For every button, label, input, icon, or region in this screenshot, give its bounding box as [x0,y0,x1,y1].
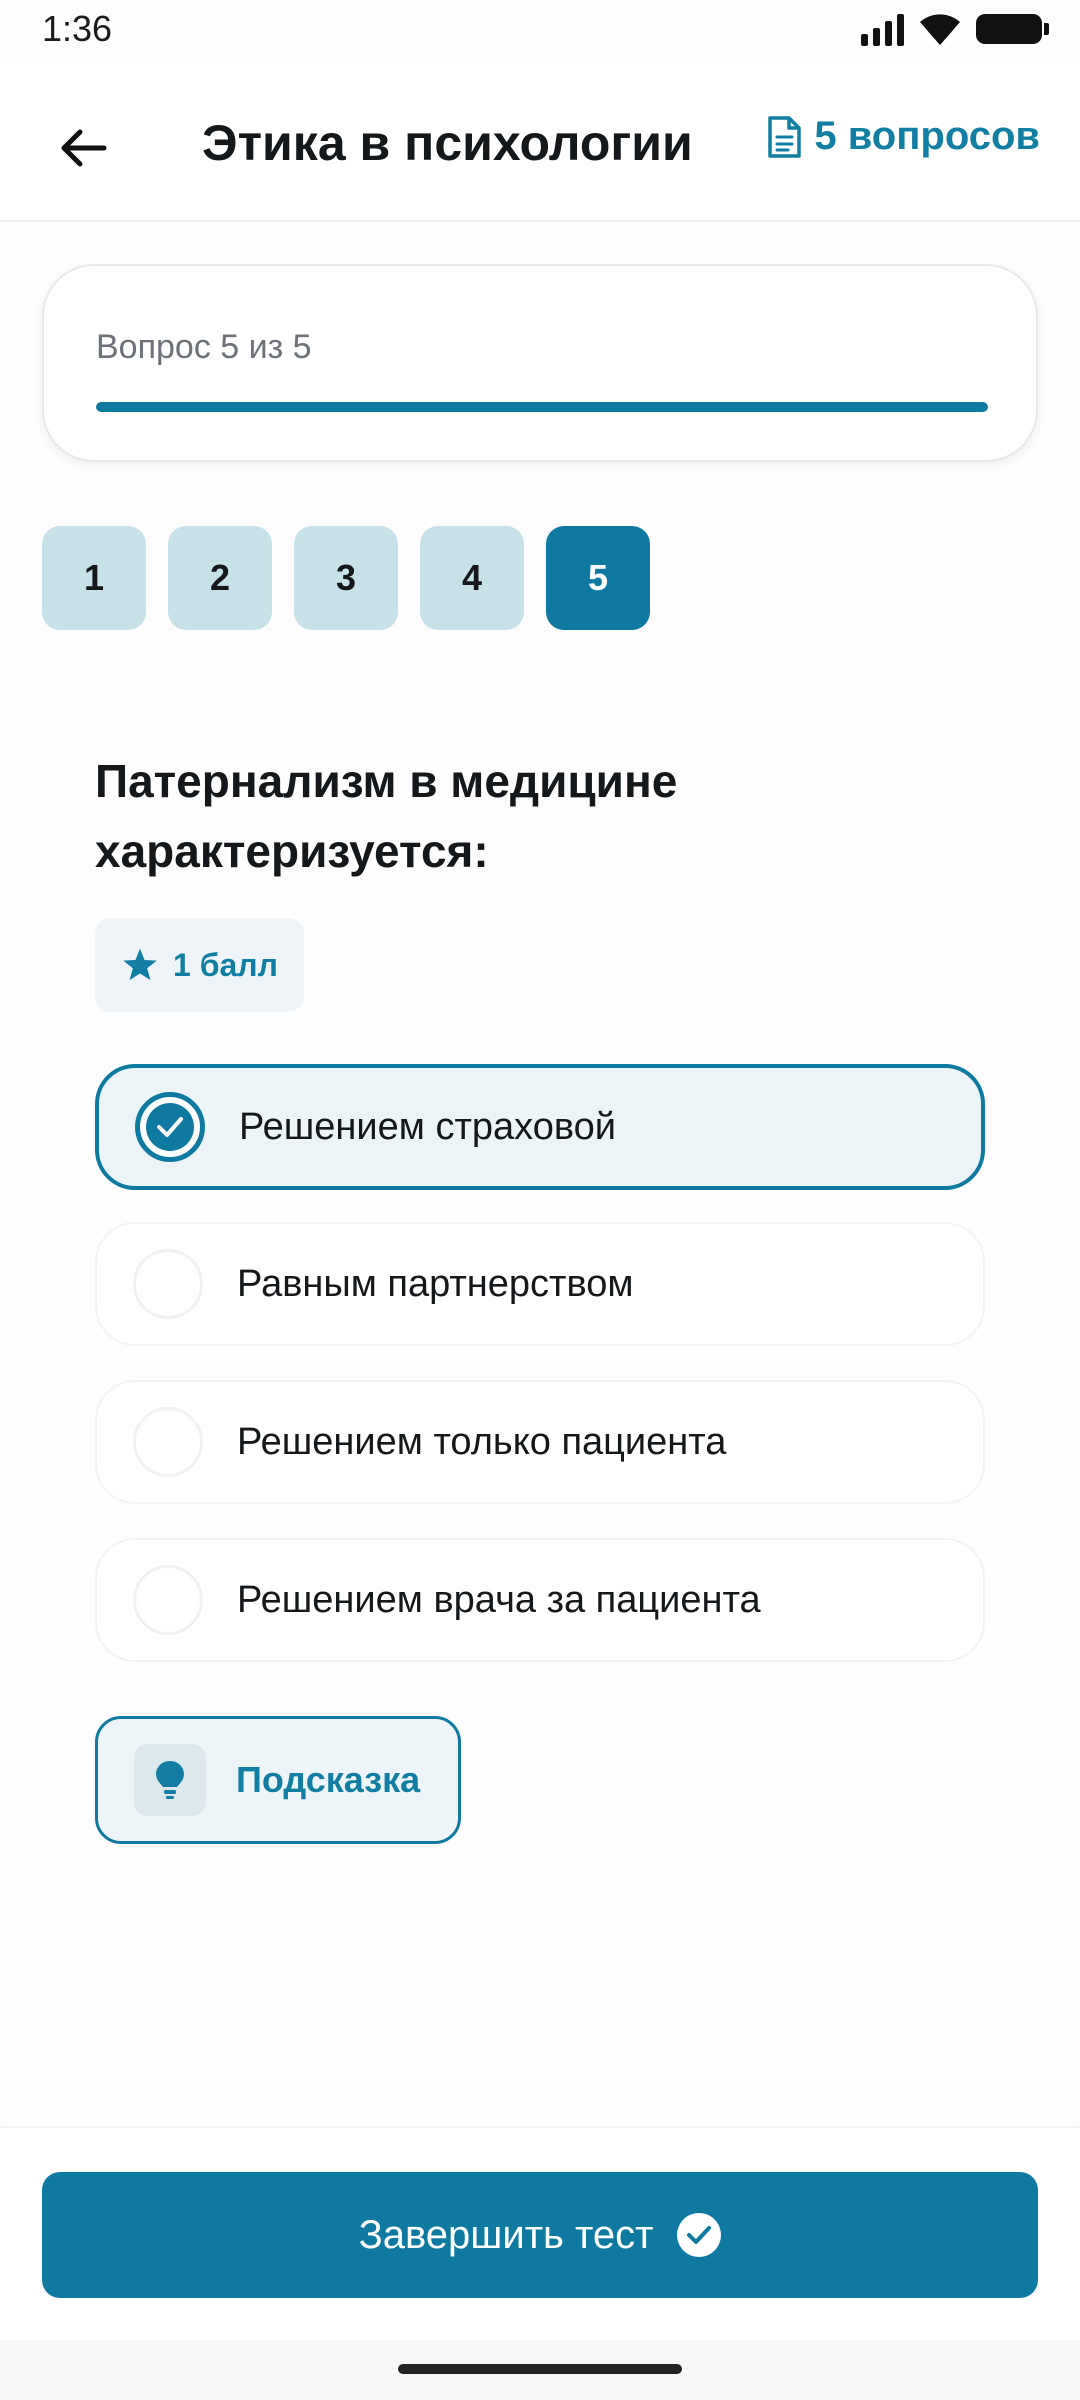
radio-unselected [133,1565,203,1635]
answer-option[interactable]: Решением врача за пациента [95,1538,985,1662]
question-nav-item-5[interactable]: 5 [546,526,650,630]
quiz-screen: 1:36 Этика в психологии 5 вопросов Вопро… [0,0,1080,2400]
answer-label: Решением страховой [239,1105,616,1148]
radio-unselected [133,1249,203,1319]
page-title: Этика в психологии [202,115,693,171]
wifi-icon [920,14,960,45]
footer: Завершить тест [0,2126,1080,2340]
answer-label: Равным партнерством [237,1262,634,1305]
progress-fill [96,402,988,412]
question-nav: 1 2 3 4 5 [42,526,650,630]
hint-button[interactable]: Подсказка [95,1716,461,1844]
progress-card: Вопрос 5 из 5 [42,264,1038,462]
radio-selected [135,1092,205,1162]
answer-option[interactable]: Решением только пациента [95,1380,985,1504]
radio-unselected [133,1407,203,1477]
points-label: 1 балл [173,946,278,983]
finish-test-button[interactable]: Завершить тест [42,2172,1038,2298]
status-bar: 1:36 [0,0,1080,64]
questions-count: 5 вопросов [766,114,1040,159]
finish-test-label: Завершить тест [358,2212,654,2257]
answer-option[interactable]: Решением страховой [95,1064,985,1190]
question-nav-item-3[interactable]: 3 [294,526,398,630]
signal-icon [861,12,904,46]
app-header: Этика в психологии 5 вопросов [0,64,1080,222]
check-icon [157,1117,183,1137]
answer-option[interactable]: Равным партнерством [95,1222,985,1346]
status-icons [861,12,1049,46]
answer-label: Решением только пациента [237,1420,727,1463]
question-nav-item-2[interactable]: 2 [168,526,272,630]
question-nav-item-1[interactable]: 1 [42,526,146,630]
hint-label: Подсказка [236,1759,421,1800]
battery-icon [976,14,1049,44]
question-nav-item-4[interactable]: 4 [420,526,524,630]
back-button[interactable] [44,108,124,188]
answer-label: Решением врача за пациента [237,1578,761,1621]
points-badge: 1 балл [95,918,304,1012]
lightbulb-icon [134,1744,206,1816]
arrow-left-icon [61,129,107,167]
questions-count-label: 5 вопросов [814,114,1040,158]
progress-bar [96,402,988,412]
progress-label: Вопрос 5 из 5 [96,328,312,366]
document-icon [768,115,802,158]
answer-list: Решением страховой Равным партнерством Р… [95,1064,985,1696]
check-circle-icon [677,2213,722,2257]
question-text: Патернализм в медицине характеризуется: [95,755,678,877]
star-icon [123,948,157,981]
status-time: 1:36 [42,8,113,49]
home-indicator[interactable] [398,2364,682,2374]
